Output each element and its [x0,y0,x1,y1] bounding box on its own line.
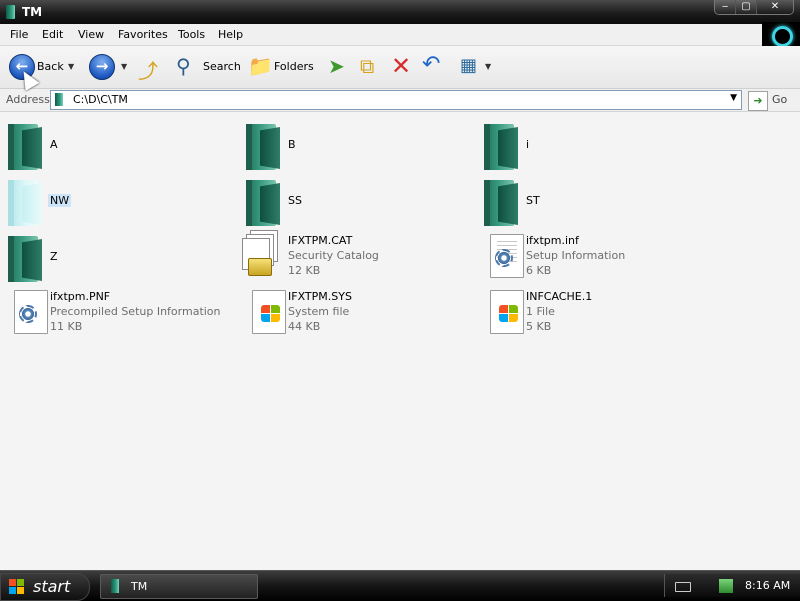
item-type: Precompiled Setup Information [50,305,221,318]
toolbar: ← Back ▼ → ▼ ⤴ ⚲ Search 📁 Folders ➤ ⧉ ✕ … [0,46,800,89]
folder-icon [111,579,119,593]
forward-arrow-icon[interactable]: → [89,54,115,80]
address-input[interactable]: C:\D\C\TM ▼ [50,90,742,110]
security-catalog-icon [242,230,282,278]
folder-icon [8,124,42,170]
address-path: C:\D\C\TM [73,93,128,106]
back-dropdown-icon[interactable]: ▼ [68,62,74,71]
folder-item[interactable]: NW [0,174,230,226]
folder-item[interactable]: SS [238,174,468,226]
folder-item[interactable]: A [0,118,230,170]
taskbar-item-tm[interactable]: TM [100,574,258,599]
folders-button-label[interactable]: Folders [274,60,314,73]
folder-item[interactable]: B [238,118,468,170]
item-name: B [288,138,296,151]
folder-icon [55,93,63,106]
start-label: start [33,577,71,596]
item-size: 44 KB [288,320,321,333]
views-dropdown-icon[interactable]: ▼ [485,62,491,71]
back-button-label[interactable]: Back [37,60,64,73]
network-icon[interactable] [719,579,733,593]
maximize-button[interactable]: ▢ [735,0,756,14]
item-name: ifxtpm.PNF [50,290,111,303]
item-size: 11 KB [50,320,83,333]
clock[interactable]: 8:16 AM [745,579,790,592]
item-size: 12 KB [288,264,321,277]
keyboard-icon[interactable] [675,582,691,592]
item-name: A [50,138,58,151]
item-name: IFXTPM.CAT [288,234,353,247]
minimize-button[interactable]: ‒ [715,0,735,14]
item-name: ifxtpm.inf [526,234,579,247]
views-icon[interactable]: ▦ [460,55,477,76]
window-controls: ‒ ▢ ✕ [714,0,794,15]
menu-edit[interactable]: Edit [42,28,63,41]
folder-icon [484,180,518,226]
go-arrow-icon[interactable]: ➜ [748,91,768,111]
taskbar: start TM 8:16 AM [0,570,800,601]
up-folder-icon[interactable]: ⤴ [138,55,158,84]
item-name: ST [526,194,540,207]
folder-item[interactable]: Z [0,230,230,282]
address-bar: Address C:\D\C\TM ▼ ➜ Go [0,89,800,112]
forward-dropdown-icon[interactable]: ▼ [121,62,127,71]
search-icon[interactable]: ⚲ [176,54,191,78]
menu-file[interactable]: File [10,28,28,41]
item-name: IFXTPM.SYS [288,290,352,303]
item-type: Setup Information [526,249,626,262]
menu-bar: File Edit View Favorites Tools Help [0,24,800,46]
folders-icon[interactable]: 📁 [248,54,273,78]
item-name: i [526,138,530,151]
item-name: INFCACHE.1 [526,290,593,303]
folder-icon [246,180,280,226]
copy-to-icon[interactable]: ⧉ [360,54,374,78]
item-name: SS [288,194,302,207]
menu-view[interactable]: View [78,28,104,41]
system-file-icon [252,290,286,334]
chevron-down-icon[interactable]: ▼ [730,93,737,103]
file-item[interactable]: INFCACHE.1 1 File 5 KB [476,286,706,338]
windows-flag-icon [9,579,25,595]
folder-icon [8,236,42,282]
address-label: Address [6,93,50,106]
file-item[interactable]: IFXTPM.CAT Security Catalog 12 KB [238,230,468,282]
item-size: 5 KB [526,320,552,333]
logo-ring-icon [772,26,793,47]
file-item[interactable]: ifxtpm.PNF Precompiled Setup Information… [0,286,230,338]
delete-icon[interactable]: ✕ [391,52,411,80]
go-button-label[interactable]: Go [772,93,787,106]
item-type: Security Catalog [288,249,379,262]
folder-icon [246,124,280,170]
item-type: System file [288,305,350,318]
folder-icon [6,5,15,19]
task-label: TM [131,580,148,593]
file-item[interactable]: IFXTPM.SYS System file 44 KB [238,286,468,338]
precompiled-setup-icon [14,290,48,334]
item-size: 6 KB [526,264,552,277]
file-list: A B i NW SS ST Z IFXTPM.CAT Security Cat… [0,112,800,570]
title-bar: TM ‒ ▢ ✕ [0,0,800,24]
menu-tools[interactable]: Tools [178,28,205,41]
folder-icon [8,180,42,226]
windows-logo-throbber [762,22,800,49]
move-to-icon[interactable]: ➤ [328,54,345,78]
folder-item[interactable]: i [476,118,706,170]
setup-information-icon [490,234,524,278]
menu-favorites[interactable]: Favorites [118,28,168,41]
close-button[interactable]: ✕ [756,0,793,14]
item-type: 1 File [526,305,555,318]
undo-icon[interactable]: ↶ [422,52,440,77]
folder-item[interactable]: ST [476,174,706,226]
file-item[interactable]: ifxtpm.inf Setup Information 6 KB [476,230,706,282]
system-file-icon [490,290,524,334]
system-tray: 8:16 AM [664,574,800,597]
search-button-label[interactable]: Search [203,60,241,73]
start-button[interactable]: start [0,573,90,601]
item-name: Z [50,250,58,263]
menu-help[interactable]: Help [218,28,243,41]
item-name: NW [48,194,72,207]
folder-icon [484,124,518,170]
window-title: TM [22,5,43,19]
